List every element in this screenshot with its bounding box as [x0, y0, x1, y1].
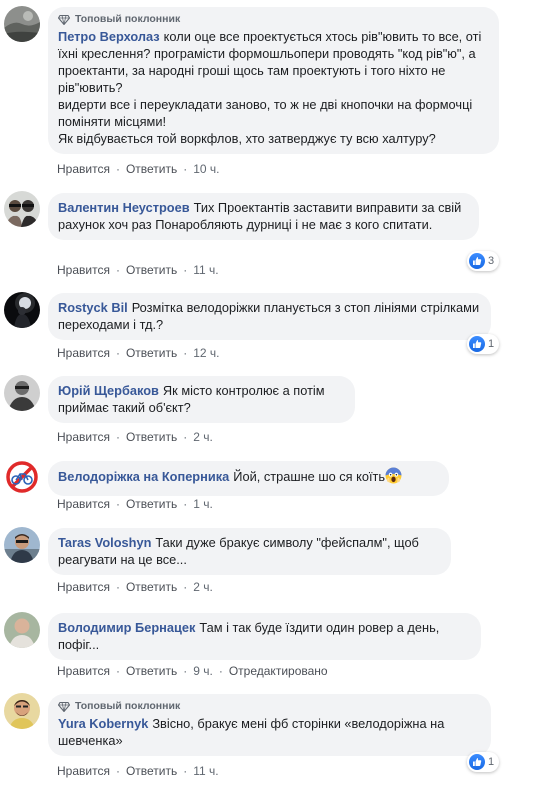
like-button[interactable]: Нравится	[57, 764, 110, 778]
comment-author[interactable]: Rostyck Bil	[58, 300, 128, 315]
like-button[interactable]: Нравится	[57, 263, 110, 277]
reply-button[interactable]: Ответить	[126, 162, 177, 176]
comment-time[interactable]: 9 ч.	[193, 664, 213, 678]
avatar[interactable]	[4, 459, 40, 495]
comment-bubble: Taras Voloshyn Таки дуже бракує символу "…	[48, 528, 451, 575]
comment-bubble: Валентин Неустроев Тих Проектантів застав…	[48, 193, 479, 240]
comment-bubble: Топовый поклонник Петро Верхолаз коли оце…	[48, 7, 499, 154]
comment-time[interactable]: 10 ч.	[193, 162, 219, 176]
comment-bubble: Юрій Щербаков Як місто контролює а потім …	[48, 376, 355, 423]
like-button[interactable]: Нравится	[57, 430, 110, 444]
reply-button[interactable]: Ответить	[126, 664, 177, 678]
separator: ·	[115, 346, 120, 360]
separator: ·	[183, 580, 188, 594]
separator: ·	[115, 580, 120, 594]
avatar[interactable]	[4, 292, 40, 328]
comment-time[interactable]: 2 ч.	[193, 430, 213, 444]
separator: ·	[183, 346, 188, 360]
separator: ·	[115, 430, 120, 444]
reaction-number: 1	[488, 756, 495, 768]
comment-author[interactable]: Валентин Неустроев	[58, 200, 190, 215]
badge-label: Топовый поклонник	[75, 13, 181, 25]
comment-actions: Нравится · Ответить · 12 ч.	[57, 346, 220, 360]
reaction-number: 3	[488, 255, 495, 267]
comment-author[interactable]: Велодоріжка на Коперника	[58, 469, 229, 484]
comment-author[interactable]: Taras Voloshyn	[58, 535, 151, 550]
scream-emoji-icon	[385, 467, 402, 488]
avatar[interactable]	[4, 375, 40, 411]
separator: ·	[183, 497, 188, 511]
separator: ·	[218, 664, 223, 678]
comment-time[interactable]: 1 ч.	[193, 497, 213, 511]
comment-bubble: Rostyck Bil Розмітка велодоріжки плануєть…	[48, 293, 491, 340]
thumbs-up-icon	[469, 253, 485, 269]
comment-actions: Нравится · Ответить · 10 ч.	[57, 162, 220, 176]
comment-author[interactable]: Володимир Бернацек	[58, 620, 195, 635]
comment-actions: Нравится · Ответить · 11 ч.	[57, 263, 219, 277]
thumbs-up-icon	[469, 336, 485, 352]
reply-button[interactable]: Ответить	[126, 764, 177, 778]
comment-actions: Нравится · Ответить · 2 ч.	[57, 430, 213, 444]
reaction-count[interactable]: 1	[467, 334, 500, 354]
comment-actions: Нравится · Ответить · 9 ч. · Отредактиро…	[57, 664, 328, 678]
comment-author[interactable]: Юрій Щербаков	[58, 383, 159, 398]
edited-label[interactable]: Отредактировано	[229, 664, 328, 678]
like-button[interactable]: Нравится	[57, 346, 110, 360]
diamond-icon	[58, 14, 70, 25]
comment-time[interactable]: 11 ч.	[193, 764, 218, 778]
comment-bubble: Велодоріжка на Коперника Йой, страшне шо …	[48, 461, 449, 496]
like-button[interactable]: Нравится	[57, 580, 110, 594]
avatar[interactable]	[4, 6, 40, 42]
separator: ·	[183, 263, 188, 277]
comment-actions: Нравится · Ответить · 2 ч.	[57, 580, 213, 594]
like-button[interactable]: Нравится	[57, 497, 110, 511]
comment-text: Йой, страшне шо ся коїть	[233, 469, 386, 484]
reply-button[interactable]: Ответить	[126, 430, 177, 444]
like-button[interactable]: Нравится	[57, 162, 110, 176]
reaction-count[interactable]: 1	[467, 752, 500, 772]
separator: ·	[115, 764, 120, 778]
comment-time[interactable]: 11 ч.	[193, 263, 218, 277]
comment-time[interactable]: 2 ч.	[193, 580, 213, 594]
reply-button[interactable]: Ответить	[126, 580, 177, 594]
separator: ·	[115, 497, 120, 511]
comment-text: коли оце все проектується хтось рів"ювит…	[58, 29, 482, 146]
comment-author[interactable]: Yura Kobernyk	[58, 716, 148, 731]
thumbs-up-icon	[469, 754, 485, 770]
separator: ·	[115, 162, 120, 176]
like-button[interactable]: Нравится	[57, 664, 110, 678]
comment-bubble: Володимир Бернацек Там і так буде їздити …	[48, 613, 481, 660]
avatar[interactable]	[4, 527, 40, 563]
comment-actions: Нравится · Ответить · 1 ч.	[57, 497, 213, 511]
avatar[interactable]	[4, 612, 40, 648]
comment-bubble: Топовый поклонник Yura Kobernyk Звісно, б…	[48, 694, 491, 756]
separator: ·	[183, 430, 188, 444]
reply-button[interactable]: Ответить	[126, 346, 177, 360]
top-fan-badge: Топовый поклонник	[58, 700, 481, 713]
reply-button[interactable]: Ответить	[126, 497, 177, 511]
top-fan-badge: Топовый поклонник	[58, 13, 489, 26]
comment-actions: Нравится · Ответить · 11 ч.	[57, 764, 219, 778]
separator: ·	[183, 664, 188, 678]
avatar[interactable]	[4, 693, 40, 729]
avatar[interactable]	[4, 191, 40, 227]
separator: ·	[115, 263, 120, 277]
comment-author[interactable]: Петро Верхолаз	[58, 29, 160, 44]
badge-label: Топовый поклонник	[75, 700, 181, 712]
comment-time[interactable]: 12 ч.	[193, 346, 219, 360]
reaction-number: 1	[488, 338, 495, 350]
reaction-count[interactable]: 3	[467, 251, 500, 271]
diamond-icon	[58, 701, 70, 712]
reply-button[interactable]: Ответить	[126, 263, 177, 277]
separator: ·	[115, 664, 120, 678]
separator: ·	[183, 764, 188, 778]
separator: ·	[183, 162, 188, 176]
